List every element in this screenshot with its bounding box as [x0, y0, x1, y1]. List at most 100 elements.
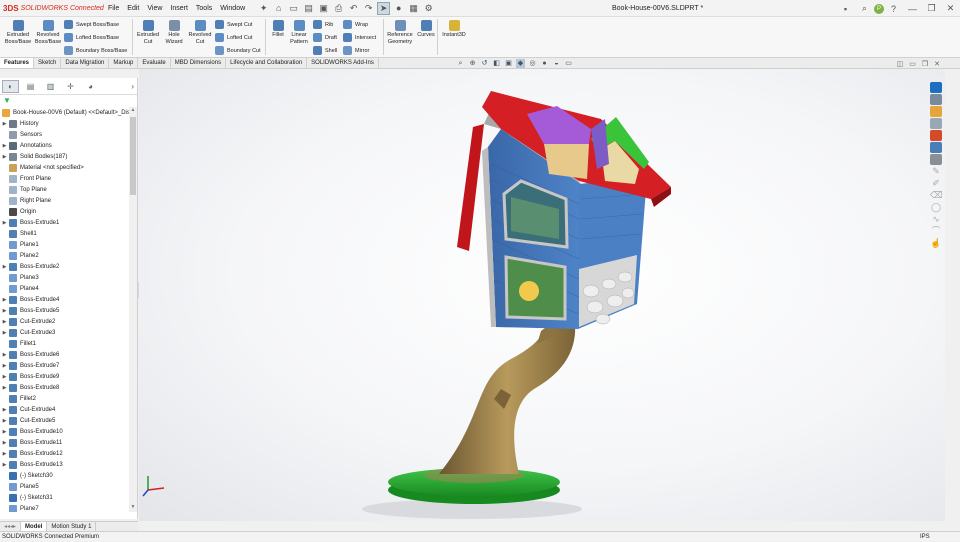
rib-button[interactable]: Rib [313, 20, 333, 29]
featuremanager-tab-icon[interactable]: ◐ [2, 79, 19, 93]
expand-arrow-icon[interactable]: ▶ [0, 451, 9, 457]
tree-item[interactable]: ▶ Cut-Extrude3 [0, 327, 130, 338]
tree-item[interactable]: Fillet2 [0, 393, 130, 404]
linear-pattern-button[interactable]: Linear Pattern [288, 20, 310, 45]
view-orientation-icon[interactable]: ▣ [504, 59, 513, 68]
lasso-icon[interactable]: ∿ [930, 214, 942, 225]
tab-add-ins[interactable]: SOLIDWORKS Add-Ins [307, 58, 379, 68]
expand-arrow-icon[interactable]: ▶ [0, 154, 9, 160]
marketplace-icon[interactable] [930, 154, 942, 165]
expand-arrow-icon[interactable]: ▶ [0, 264, 9, 270]
redo-icon[interactable]: ↷ [362, 2, 375, 15]
wrap-button[interactable]: Wrap [343, 20, 368, 29]
edit-appearance-icon[interactable]: ● [540, 59, 549, 68]
tree-item[interactable]: Origin [0, 206, 130, 217]
tree-item[interactable]: ▶ Boss-Extrude5 [0, 305, 130, 316]
rebuild-icon[interactable]: ● [392, 2, 405, 15]
solidworks-resources-icon[interactable] [930, 82, 942, 93]
tree-item[interactable]: ▶ Boss-Extrude4 [0, 294, 130, 305]
tree-item[interactable]: ▶ Cut-Extrude4 [0, 404, 130, 415]
tree-item[interactable]: Right Plane [0, 195, 130, 206]
appearances-icon[interactable] [930, 130, 942, 141]
tree-item[interactable]: Plane2 [0, 250, 130, 261]
tree-item[interactable]: ▶ Boss-Extrude7 [0, 360, 130, 371]
menu-window[interactable]: Window [216, 0, 249, 17]
tree-item[interactable]: Plane4 [0, 283, 130, 294]
tree-item[interactable]: ▶ History [0, 118, 130, 129]
tree-item[interactable]: ▶ Boss-Extrude2 [0, 261, 130, 272]
tab-data-migration[interactable]: Data Migration [61, 58, 110, 68]
menu-tools[interactable]: Tools [192, 0, 216, 17]
touch-icon[interactable]: ☝ [930, 238, 942, 249]
expand-arrow-icon[interactable]: ▶ [0, 319, 9, 325]
view-settings-icon[interactable]: ▭ [564, 59, 573, 68]
boundary-cut-button[interactable]: Boundary Cut [215, 46, 261, 55]
tree-item[interactable]: ▶ Solid Bodies(187) [0, 151, 130, 162]
expand-arrow-icon[interactable]: ▶ [0, 374, 9, 380]
expand-arrow-icon[interactable]: ▶ [0, 121, 9, 127]
revolved-boss-button[interactable]: Revolved Boss/Base [34, 20, 62, 45]
tree-item[interactable]: (-) Sketch31 [0, 492, 130, 503]
curves-button[interactable]: Curves [416, 20, 436, 39]
scroll-thumb[interactable] [130, 117, 136, 195]
intersect-button[interactable]: Intersect [343, 33, 376, 42]
viewport-close-icon[interactable]: ✕ [934, 60, 940, 68]
expand-arrow-icon[interactable]: ▶ [0, 352, 9, 358]
open-icon[interactable]: ▤ [302, 2, 315, 15]
revolved-cut-button[interactable]: Revolved Cut [188, 20, 212, 45]
shell-button[interactable]: Shell [313, 46, 337, 55]
design-library-icon[interactable] [930, 94, 942, 105]
command-prompt-icon[interactable]: ▪ [839, 2, 852, 15]
tree-item[interactable]: Top Plane [0, 184, 130, 195]
expand-arrow-icon[interactable]: ▶ [0, 308, 9, 314]
extruded-boss-button[interactable]: Extruded Boss/Base [4, 20, 32, 45]
hole-wizard-button[interactable]: Hole Wizard [162, 20, 186, 45]
tree-item[interactable]: Plane5 [0, 481, 130, 492]
view-palette-icon[interactable] [930, 118, 942, 129]
tab-evaluate[interactable]: Evaluate [138, 58, 171, 68]
tree-item[interactable]: (-) Sketch30 [0, 470, 130, 481]
expand-arrow-icon[interactable]: ▶ [0, 385, 9, 391]
menu-file[interactable]: File [104, 0, 123, 17]
expand-arrow-icon[interactable]: ▶ [0, 143, 9, 149]
dimxpert-tab-icon[interactable]: ✛ [62, 80, 79, 93]
expand-arrow-icon[interactable]: ▶ [0, 330, 9, 336]
tree-item[interactable]: ▶ Boss-Extrude6 [0, 349, 130, 360]
draft-button[interactable]: Draft [313, 33, 337, 42]
zoom-area-icon[interactable]: ⊕ [468, 59, 477, 68]
search-icon[interactable]: ⌕ [858, 2, 871, 15]
expand-arrow-icon[interactable]: ▶ [0, 429, 9, 435]
select-icon[interactable]: ➤ [377, 1, 391, 15]
tree-item[interactable]: ▶ Boss-Extrude12 [0, 448, 130, 459]
fillet-button[interactable]: Fillet [268, 20, 288, 39]
tree-item[interactable]: ▶ Boss-Extrude1 [0, 217, 130, 228]
tree-item[interactable]: ▶ Cut-Extrude5 [0, 415, 130, 426]
options-icon[interactable]: ⚙ [422, 2, 435, 15]
tab-model[interactable]: Model [21, 522, 48, 531]
user-avatar[interactable]: P [874, 3, 884, 14]
zoom-to-fit-icon[interactable]: ⌕ [456, 59, 465, 68]
expand-arrow-icon[interactable]: ▶ [0, 363, 9, 369]
tree-item[interactable]: Material <not specified> [0, 162, 130, 173]
minimize-icon[interactable]: — [906, 2, 919, 15]
tree-item[interactable]: Plane1 [0, 239, 130, 250]
tab-mbd-dimensions[interactable]: MBD Dimensions [171, 58, 227, 68]
previous-view-icon[interactable]: ↺ [480, 59, 489, 68]
lofted-boss-button[interactable]: Lofted Boss/Base [64, 33, 119, 42]
file-explorer-icon[interactable] [930, 106, 942, 117]
close-icon[interactable]: ✕ [944, 2, 957, 15]
tree-item[interactable]: ▶ Boss-Extrude8 [0, 382, 130, 393]
extruded-cut-button[interactable]: Extruded Cut [136, 20, 160, 45]
mirror-button[interactable]: Mirror [343, 46, 369, 55]
tab-sketch[interactable]: Sketch [34, 58, 62, 68]
expand-arrow-icon[interactable]: ▶ [0, 220, 9, 226]
eraser-icon[interactable]: ⌫ [930, 190, 943, 201]
filter-icon[interactable]: ▼ [0, 95, 137, 106]
configurationmanager-tab-icon[interactable]: ▥ [42, 80, 59, 93]
expand-arrow-icon[interactable]: ▶ [0, 418, 9, 424]
boundary-boss-button[interactable]: Boundary Boss/Base [64, 46, 127, 55]
scroll-down-icon[interactable]: ▼ [129, 504, 137, 512]
tree-item[interactable]: Fillet1 [0, 338, 130, 349]
shapes-icon[interactable]: ◯ [930, 202, 942, 213]
tab-markup[interactable]: Markup [109, 58, 139, 68]
